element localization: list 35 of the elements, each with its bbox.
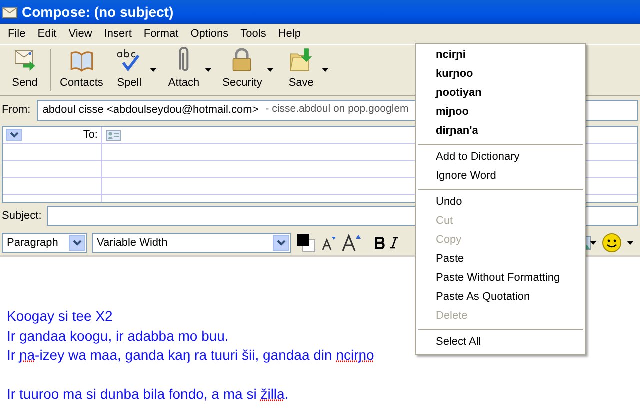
from-label: From:	[2, 102, 31, 118]
toolbar-button[interactable]: Spell	[108, 47, 150, 93]
suggestion-item[interactable]: kurɲoo	[416, 65, 585, 84]
menu-item[interactable]: Ignore Word	[416, 167, 585, 186]
dropdown-field[interactable]: Variable Width	[92, 233, 291, 253]
toolbar-button[interactable]: Save	[280, 47, 322, 93]
suggestion-item[interactable]: ncirɲi	[416, 46, 585, 65]
text-line: Ir tuuroo ma si dunba bila fondo, a ma si žilla.	[7, 385, 289, 404]
menu-item[interactable]: Undo	[416, 193, 585, 212]
subject-label: Subject:	[2, 208, 42, 224]
text-line: Ir gandaa koogu, ir adabba mo buu.	[7, 326, 229, 346]
menu-item[interactable]: Paste	[416, 250, 585, 269]
window-title: Compose: (no subject)	[22, 2, 174, 22]
menu-item[interactable]: Paste Without Formatting	[416, 269, 585, 288]
text-line: Ir ɲa-izey wa maa, ganda kaŋ ra tuuri šii, gandaa din ncirɲo	[7, 346, 374, 365]
suggestion-item[interactable]: miɲoo	[416, 103, 585, 122]
menu-item[interactable]: Select All	[416, 333, 585, 352]
send-button[interactable]: Send	[4, 47, 46, 93]
recipient-type: To:	[83, 128, 98, 143]
menu-item[interactable]: Insert	[98, 26, 138, 42]
menu-item[interactable]: Edit	[32, 26, 63, 42]
menu-item[interactable]: Options	[184, 26, 235, 42]
dropdown-field[interactable]: Paragraph	[2, 233, 87, 253]
toolbar-button[interactable]: Security	[218, 47, 268, 93]
menu-item[interactable]: Help	[272, 26, 307, 42]
menu-item[interactable]: Tools	[234, 26, 272, 42]
toolbar-button[interactable]: Attach	[163, 47, 205, 93]
menu-item[interactable]: Add to Dictionary	[416, 148, 585, 167]
menu-item[interactable]: Paste As Quotation	[416, 288, 585, 307]
menu-item[interactable]: File	[2, 26, 32, 42]
suggestion-item[interactable]: dirɲan'a	[416, 122, 585, 141]
menu-item[interactable]: View	[62, 26, 98, 42]
text-line: Koogay si tee X2	[7, 307, 113, 326]
toolbar-button[interactable]: Contacts	[55, 47, 108, 93]
menu-item[interactable]: Format	[138, 26, 185, 42]
